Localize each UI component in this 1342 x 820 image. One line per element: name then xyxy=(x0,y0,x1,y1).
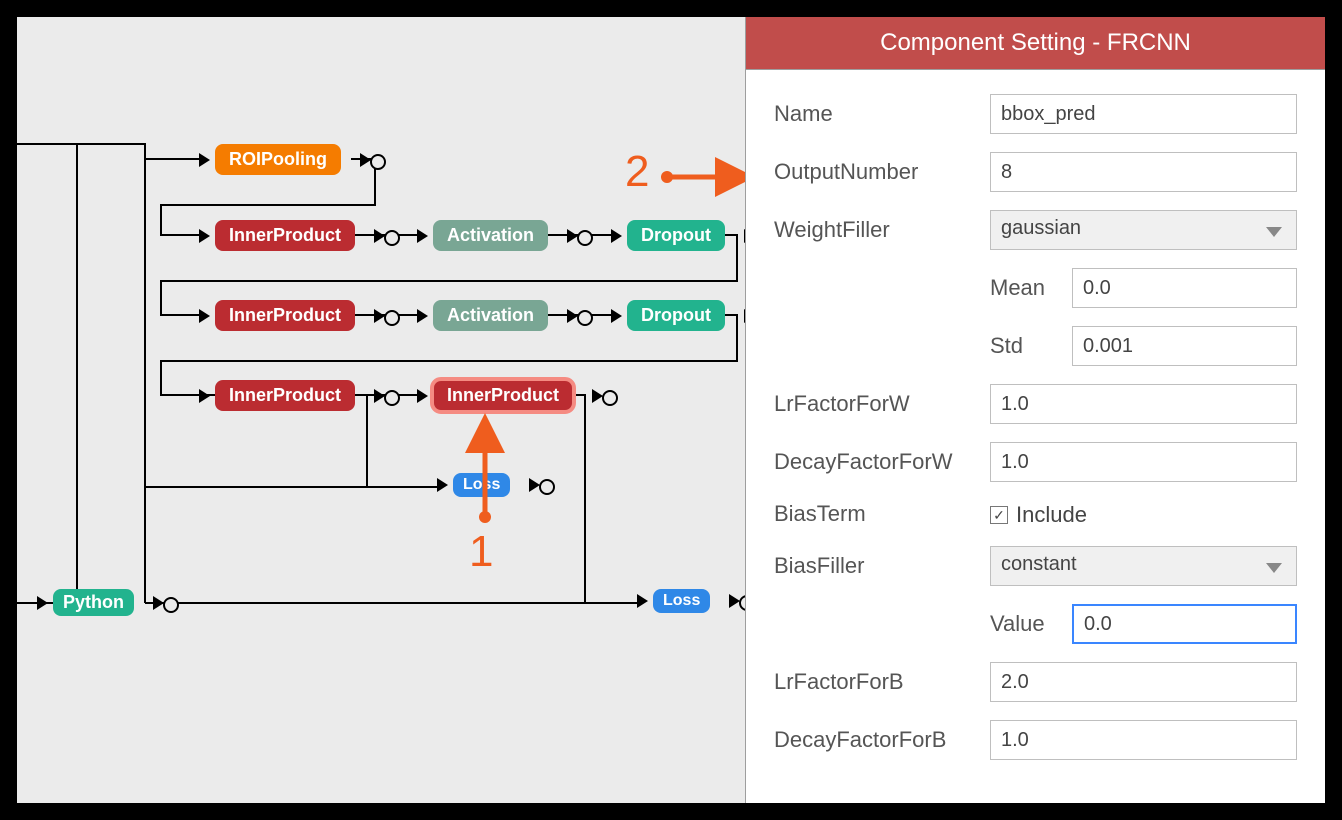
label-lrw: LrFactorForW xyxy=(774,391,974,417)
input-biasvalue[interactable] xyxy=(1072,604,1297,644)
annotation-2: 2 xyxy=(625,147,649,197)
label-biasterm: BiasTerm xyxy=(774,501,974,527)
label-biasfiller: BiasFiller xyxy=(774,553,974,579)
row-lrw: LrFactorForW xyxy=(774,384,1297,424)
input-std[interactable] xyxy=(1072,326,1297,366)
row-mean: Mean xyxy=(990,268,1297,308)
input-decayw[interactable] xyxy=(990,442,1297,482)
app-frame: ROIPooling InnerProduct Activation Dropo… xyxy=(14,14,1328,806)
input-lrw[interactable] xyxy=(990,384,1297,424)
select-weightfiller[interactable]: gaussian xyxy=(990,210,1297,250)
row-outputnumber: OutputNumber xyxy=(774,152,1297,192)
select-biasfiller[interactable]: constant xyxy=(990,546,1297,586)
annotation-1: 1 xyxy=(469,527,493,577)
panel-title: Component Setting - FRCNN xyxy=(746,17,1325,70)
graph-canvas[interactable]: ROIPooling InnerProduct Activation Dropo… xyxy=(17,17,747,803)
label-decayw: DecayFactorForW xyxy=(774,449,974,475)
row-biasfiller: BiasFiller constant xyxy=(774,546,1297,586)
checkbox-biasterm-label: Include xyxy=(1016,502,1087,528)
row-std: Std xyxy=(990,326,1297,366)
row-biasvalue: Value xyxy=(990,604,1297,644)
check-icon: ✓ xyxy=(990,506,1008,524)
property-panel: Component Setting - FRCNN Name OutputNum… xyxy=(745,17,1325,803)
row-decayb: DecayFactorForB xyxy=(774,720,1297,760)
panel-body: Name OutputNumber WeightFiller gaussian … xyxy=(746,70,1325,780)
select-biasfiller-value: constant xyxy=(1001,553,1077,575)
label-lrb: LrFactorForB xyxy=(774,669,974,695)
row-weightfiller: WeightFiller gaussian xyxy=(774,210,1297,250)
input-name[interactable] xyxy=(990,94,1297,134)
input-decayb[interactable] xyxy=(990,720,1297,760)
label-mean: Mean xyxy=(990,275,1056,301)
label-biasvalue: Value xyxy=(990,611,1056,637)
label-decayb: DecayFactorForB xyxy=(774,727,974,753)
row-name: Name xyxy=(774,94,1297,134)
label-std: Std xyxy=(990,333,1056,359)
input-lrb[interactable] xyxy=(990,662,1297,702)
label-weightfiller: WeightFiller xyxy=(774,217,974,243)
row-biasterm: BiasTerm ✓ Include xyxy=(774,500,1297,528)
annotation-layer xyxy=(17,17,747,803)
row-lrb: LrFactorForB xyxy=(774,662,1297,702)
select-weightfiller-value: gaussian xyxy=(1001,217,1081,239)
label-outputnumber: OutputNumber xyxy=(774,159,974,185)
checkbox-biasterm[interactable]: ✓ Include xyxy=(990,502,1087,528)
input-mean[interactable] xyxy=(1072,268,1297,308)
row-decayw: DecayFactorForW xyxy=(774,442,1297,482)
input-outputnumber[interactable] xyxy=(990,152,1297,192)
label-name: Name xyxy=(774,101,974,127)
